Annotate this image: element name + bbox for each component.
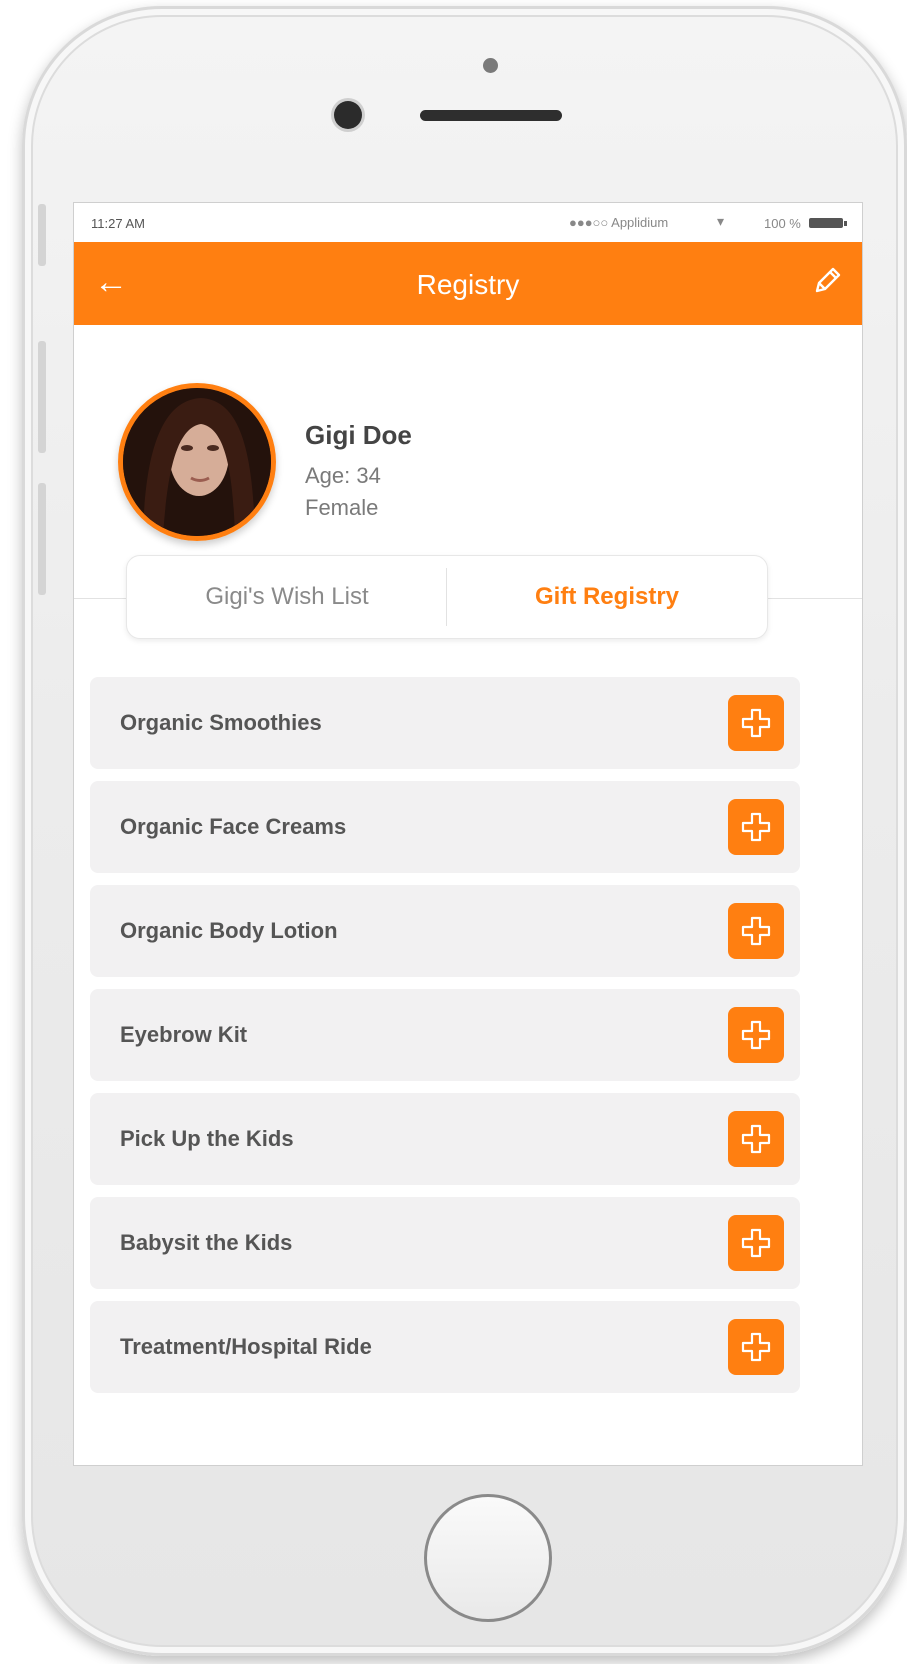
item-label: Babysit the Kids [120, 1230, 293, 1255]
tab-gift-registry[interactable]: Gift Registry [447, 556, 767, 638]
plus-icon [741, 1332, 771, 1362]
profile-age: Age: 34 [305, 463, 381, 488]
earpiece-speaker [420, 110, 562, 121]
list-item[interactable]: Treatment/Hospital Ride [90, 1301, 800, 1393]
item-label: Pick Up the Kids [120, 1126, 294, 1151]
item-label: Eyebrow Kit [120, 1022, 248, 1047]
plus-icon [741, 708, 771, 738]
front-camera [334, 101, 362, 129]
proximity-sensor [483, 58, 498, 73]
list-item[interactable]: Babysit the Kids [90, 1197, 800, 1289]
home-button[interactable] [424, 1494, 552, 1622]
add-button[interactable] [728, 695, 784, 751]
registry-list: Organic Smoothies Organic Face Creams Or… [90, 677, 800, 1405]
plus-icon [741, 916, 771, 946]
battery-icon [809, 218, 847, 228]
item-label: Organic Face Creams [120, 814, 347, 839]
plus-icon [741, 1020, 771, 1050]
add-button[interactable] [728, 1007, 784, 1063]
add-button[interactable] [728, 1215, 784, 1271]
battery-percent: 100 % [764, 216, 801, 231]
pencil-icon[interactable] [810, 264, 844, 298]
list-item[interactable]: Eyebrow Kit [90, 989, 800, 1081]
mute-switch [38, 204, 46, 266]
add-button[interactable] [728, 1319, 784, 1375]
item-label: Treatment/Hospital Ride [120, 1334, 372, 1359]
list-item[interactable]: Pick Up the Kids [90, 1093, 800, 1185]
item-label: Organic Smoothies [120, 710, 322, 735]
item-label: Organic Body Lotion [120, 918, 338, 943]
profile-name: Gigi Doe [305, 420, 412, 450]
carrier-label: ●●●○○ Applidium [569, 215, 669, 230]
tab-bar: Gigi's Wish List Gift Registry [126, 555, 768, 639]
page-title: Registry [416, 269, 520, 300]
avatar-portrait [123, 388, 271, 536]
add-button[interactable] [728, 903, 784, 959]
volume-up-button [38, 341, 46, 453]
plus-icon [741, 1228, 771, 1258]
profile-gender: Female [305, 495, 379, 520]
list-item[interactable]: Organic Face Creams [90, 781, 800, 873]
status-bar: 11:27 AM ●●●○○ Applidium ▾ 100 % [74, 203, 862, 242]
avatar [118, 383, 276, 541]
list-item[interactable]: Organic Body Lotion [90, 885, 800, 977]
status-time: 11:27 AM [91, 216, 145, 231]
wifi-icon: ▾ [717, 213, 725, 229]
volume-down-button [38, 483, 46, 595]
plus-icon [741, 812, 771, 842]
screen: 11:27 AM ●●●○○ Applidium ▾ 100 % ← Regis… [74, 203, 862, 1465]
list-item[interactable]: Organic Smoothies [90, 677, 800, 769]
app-bar: ← Registry [74, 242, 862, 325]
plus-icon [741, 1124, 771, 1154]
add-button[interactable] [728, 1111, 784, 1167]
tab-wish-list[interactable]: Gigi's Wish List [127, 556, 447, 638]
add-button[interactable] [728, 799, 784, 855]
